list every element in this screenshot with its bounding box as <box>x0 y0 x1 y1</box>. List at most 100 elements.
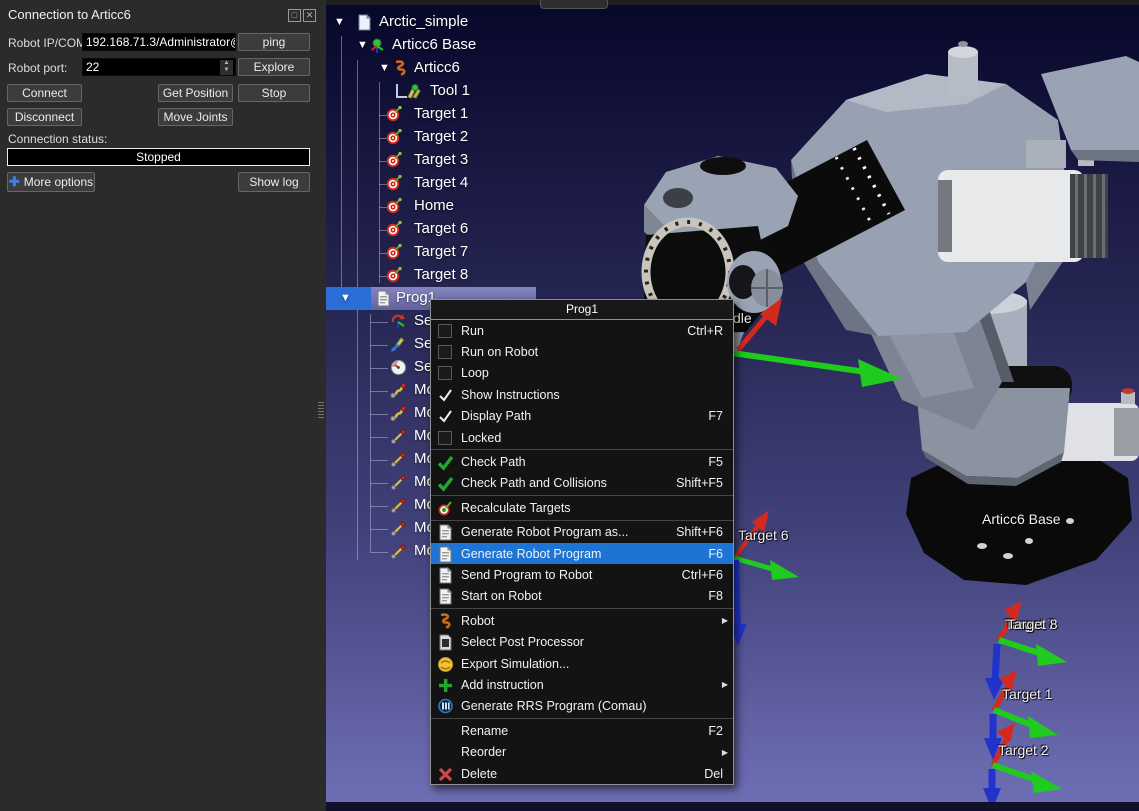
menu-item-shortcut: F8 <box>708 589 723 603</box>
menu-item-label: Add instruction <box>461 678 722 692</box>
tree-item-target-1-4[interactable]: Target 1 <box>326 104 626 126</box>
toolbar-handle-tab[interactable] <box>540 0 608 9</box>
expand-arrow-icon[interactable]: ▼ <box>334 16 345 28</box>
menu-item-recalculate-targets[interactable]: Recalculate Targets <box>431 497 733 518</box>
tree-item-target-3-6[interactable]: Target 3 <box>326 150 626 172</box>
comau-icon <box>437 698 454 714</box>
menu-item-generate-robot-program-as-[interactable]: Generate Robot Program as...Shift+F6 <box>431 522 733 543</box>
doc-icon <box>437 588 454 604</box>
menu-item-locked[interactable]: Locked <box>431 427 733 448</box>
target-icon <box>386 152 404 170</box>
move-l-icon <box>390 474 408 492</box>
menu-item-label: Run <box>461 324 687 338</box>
menu-item-label: Generate RRS Program (Comau) <box>461 699 733 713</box>
menu-item-export-simulation-[interactable]: Export Simulation... <box>431 653 733 674</box>
set-speed-icon <box>390 359 408 377</box>
doc-icon <box>437 524 454 540</box>
menu-item-label: Export Simulation... <box>461 657 733 671</box>
menu-separator <box>431 520 733 521</box>
menu-item-check-path[interactable]: Check PathF5 <box>431 451 733 472</box>
tree-item-label: Target 3 <box>414 151 468 168</box>
expand-arrow-icon[interactable]: ▼ <box>340 292 351 304</box>
menu-item-show-instructions[interactable]: Show Instructions <box>431 384 733 405</box>
menu-item-label: Loop <box>461 366 733 380</box>
checkbox-icon <box>437 365 454 381</box>
menu-item-reorder[interactable]: Reorder▶ <box>431 741 733 762</box>
expand-arrow-icon[interactable]: ▼ <box>357 39 368 51</box>
set-ref-icon <box>390 313 408 331</box>
show-log-button[interactable]: Show log <box>238 172 310 192</box>
menu-item-run-on-robot[interactable]: Run on Robot <box>431 341 733 362</box>
submenu-arrow-icon: ▶ <box>722 748 728 757</box>
move-l-icon <box>390 497 408 515</box>
tree-item-arctic-simple-0[interactable]: ▼Arctic_simple <box>326 12 626 34</box>
menu-item-add-instruction[interactable]: Add instruction▶ <box>431 674 733 695</box>
ping-button[interactable]: ping <box>238 33 310 51</box>
menu-item-send-program-to-robot[interactable]: Send Program to RobotCtrl+F6 <box>431 564 733 585</box>
menu-item-generate-robot-program[interactable]: Generate Robot ProgramF6 <box>431 543 733 564</box>
base-frame-icon <box>370 37 388 55</box>
tree-tick <box>370 322 388 323</box>
expand-arrow-icon[interactable]: ▼ <box>379 62 390 74</box>
explore-button[interactable]: Explore <box>238 58 310 76</box>
robot-icon <box>392 60 410 78</box>
menu-item-robot[interactable]: Robot▶ <box>431 610 733 631</box>
tree-item-label: Home <box>414 197 454 214</box>
more-options-button[interactable]: ✚More options <box>7 172 95 192</box>
menu-item-delete[interactable]: DeleteDel <box>431 763 733 784</box>
menu-item-start-on-robot[interactable]: Start on RobotF8 <box>431 586 733 607</box>
menu-item-shortcut: Shift+F6 <box>676 525 723 539</box>
menu-item-run[interactable]: RunCtrl+R <box>431 320 733 341</box>
tree-item-target-7-10[interactable]: Target 7 <box>326 242 626 264</box>
tree-item-home-8[interactable]: Home <box>326 196 626 218</box>
target-icon <box>386 106 404 124</box>
stop-button[interactable]: Stop <box>238 84 310 102</box>
menu-item-loop[interactable]: Loop <box>431 363 733 384</box>
tree-item-label: Target 1 <box>414 105 468 122</box>
recalc-target-icon <box>437 500 454 516</box>
viewport-3d[interactable]: dleTarget 6Articc6 BaseTarget 7Target 8T… <box>326 0 1139 811</box>
menu-item-shortcut: Ctrl+R <box>687 324 723 338</box>
tree-tick <box>370 437 388 438</box>
get-position-button[interactable]: Get Position <box>158 84 233 102</box>
menu-item-rename[interactable]: RenameF2 <box>431 720 733 741</box>
target-icon <box>386 175 404 193</box>
tree-item-target-2-5[interactable]: Target 2 <box>326 127 626 149</box>
menu-separator <box>431 718 733 719</box>
menu-item-display-path[interactable]: Display PathF7 <box>431 406 733 427</box>
connect-button[interactable]: Connect <box>7 84 82 102</box>
move-joints-button[interactable]: Move Joints <box>158 108 233 126</box>
tree-item-target-8-11[interactable]: Target 8 <box>326 265 626 287</box>
menu-item-label: Rename <box>461 724 708 738</box>
tree-item-articc6-2[interactable]: ▼Articc6 <box>326 58 626 80</box>
close-panel-icon[interactable]: ✕ <box>303 9 316 22</box>
menu-item-generate-rrs-program-comau-[interactable]: Generate RRS Program (Comau) <box>431 696 733 717</box>
tree-item-tool-1-3[interactable]: Tool 1 <box>326 81 626 103</box>
port-spinner[interactable]: ▲▼ <box>220 60 233 75</box>
robot-port-input[interactable]: 22 ▲▼ <box>82 58 236 76</box>
context-menu-title: Prog1 <box>431 300 733 320</box>
prog-doc-icon <box>375 290 393 308</box>
menu-item-check-path-and-collisions[interactable]: Check Path and CollisionsShift+F5 <box>431 473 733 494</box>
tree-item-articc6-base-1[interactable]: ▼Articc6 Base <box>326 35 626 57</box>
menu-item-shortcut: Ctrl+F6 <box>682 568 723 582</box>
disconnect-button[interactable]: Disconnect <box>7 108 82 126</box>
menu-item-label: Locked <box>461 431 733 445</box>
checkmark-icon <box>437 408 454 424</box>
tree-item-target-4-7[interactable]: Target 4 <box>326 173 626 195</box>
menu-item-label: Robot <box>461 614 722 628</box>
float-panel-icon[interactable]: □ <box>288 9 301 22</box>
menu-item-select-post-processor[interactable]: Select Post Processor <box>431 631 733 652</box>
tree-tick <box>370 483 388 484</box>
robot-ip-input[interactable]: 192.168.71.3/Administrator@tob <box>82 33 236 51</box>
menu-item-label: Display Path <box>461 409 708 423</box>
move-l-icon <box>390 428 408 446</box>
tree-item-target-6-9[interactable]: Target 6 <box>326 219 626 241</box>
tree-tick <box>370 529 388 530</box>
checkbox-icon <box>437 430 454 446</box>
checkmark-icon <box>437 387 454 403</box>
menu-item-shortcut: Shift+F5 <box>676 476 723 490</box>
move-j-icon <box>390 405 408 423</box>
move-l-icon <box>390 520 408 538</box>
splitter-grip[interactable] <box>318 402 324 420</box>
